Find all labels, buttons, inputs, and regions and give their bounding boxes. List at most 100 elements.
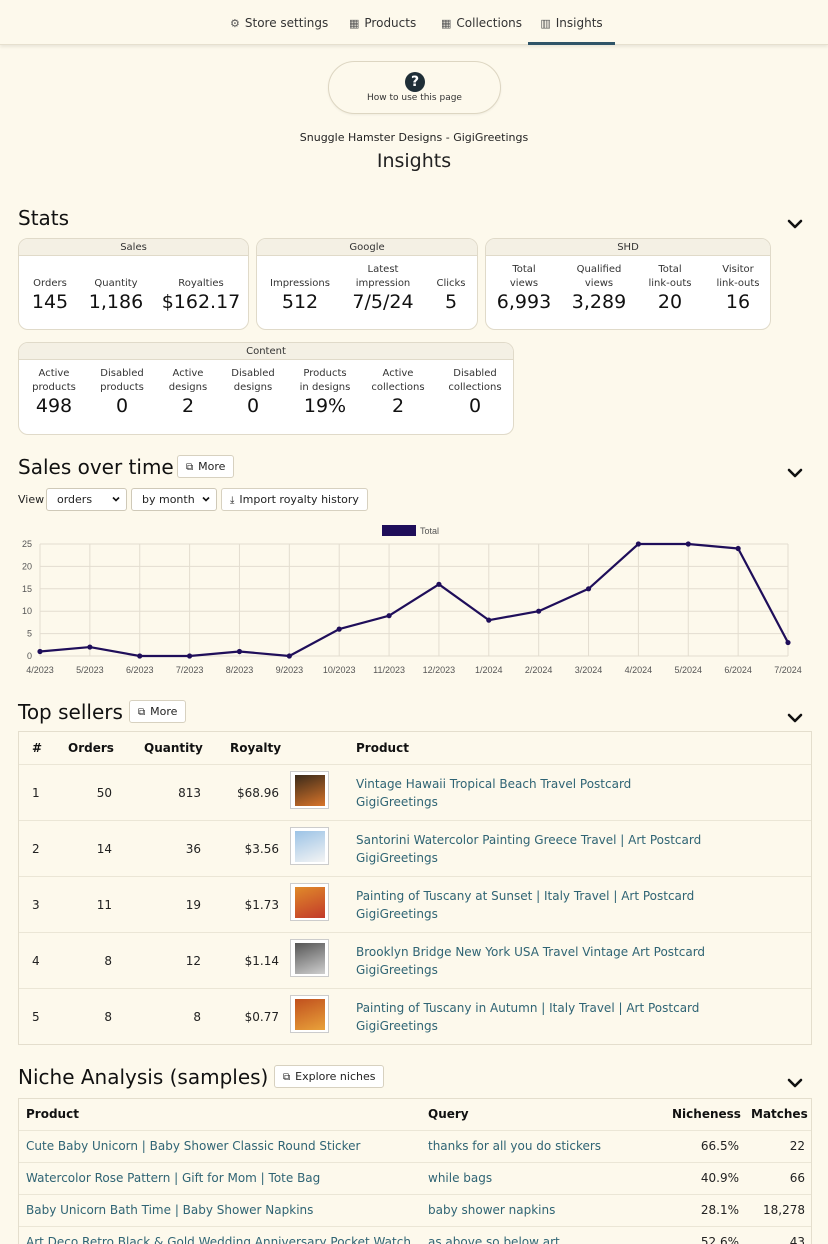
chevron-down-icon[interactable] [787, 1077, 803, 1089]
x-tick-label: 12/2023 [423, 665, 456, 675]
rank-cell: 3 [32, 898, 40, 912]
product-link[interactable]: Cute Baby Unicorn | Baby Shower Classic … [26, 1139, 361, 1153]
product-link[interactable]: Painting of Tuscany in Autumn | Italy Tr… [356, 1001, 699, 1015]
query-link[interactable]: while bags [428, 1171, 492, 1185]
product-link[interactable]: Watercolor Rose Pattern | Gift for Mom |… [26, 1171, 320, 1185]
col-royalty: Royalty [230, 741, 282, 755]
tab-collections[interactable]: ▦ Collections [441, 0, 522, 45]
chevron-down-icon [112, 496, 120, 502]
tab-products[interactable]: ▦ Products [349, 0, 416, 45]
data-point [635, 541, 642, 547]
query-link[interactable]: as above so below art [428, 1235, 560, 1244]
quantity-cell: 8 [193, 1010, 201, 1024]
data-point [685, 541, 691, 547]
x-tick-label: 6/2024 [724, 665, 752, 675]
data-point [286, 653, 292, 659]
col-quantity: Quantity [144, 741, 203, 755]
quantity-cell: 813 [178, 786, 201, 800]
col-product: Product [356, 741, 409, 755]
product-link[interactable]: Vintage Hawaii Tropical Beach Travel Pos… [356, 777, 631, 791]
product-link[interactable]: Baby Unicorn Bath Time | Baby Shower Nap… [26, 1203, 313, 1217]
store-subtitle: Snuggle Hamster Designs - GigiGreetings [299, 131, 529, 144]
data-point [486, 617, 492, 623]
col-rank: # [32, 741, 43, 755]
top-nav: ⚙ Store settings ▦ Products ▦ Collections ▥… [0, 0, 828, 45]
product-link[interactable]: Art Deco Retro Black & Gold Wedding Anni… [26, 1235, 411, 1244]
product-link[interactable]: Santorini Watercolor Painting Greece Tra… [356, 833, 701, 847]
stat-qualified-views: Qualified views 3,289 [571, 264, 627, 313]
shop-link[interactable]: GigiGreetings [356, 795, 438, 809]
quantity-cell: 12 [185, 954, 201, 968]
query-link[interactable]: baby shower napkins [428, 1203, 555, 1217]
view-metric-select[interactable]: orders [46, 488, 127, 511]
shop-link[interactable]: GigiGreetings [356, 851, 438, 865]
y-tick-label: 25 [22, 539, 32, 549]
data-point [236, 648, 243, 655]
content-card: Content Active products 498 Disabled produc… [18, 342, 514, 435]
chevron-down-icon[interactable] [787, 218, 803, 230]
explore-niches-button[interactable]: ⧉ Explore niches [274, 1065, 385, 1088]
chevron-down-icon[interactable] [787, 467, 803, 479]
nicheness-cell: 28.1% [700, 1203, 739, 1217]
x-tick-label: 5/2024 [675, 665, 703, 675]
how-to-use-label: How to use this page [367, 93, 462, 103]
grid-icon: ▦ [349, 17, 360, 30]
orders-cell: 14 [96, 842, 112, 856]
stat-active-collections: Active collections 2 [371, 368, 425, 417]
stat-visitor-link-outs: Visitor link-outs 16 [716, 264, 760, 313]
page-title: Insights [376, 150, 452, 172]
shop-link[interactable]: GigiGreetings [356, 907, 438, 921]
niche-table: Product Query Nicheness Matches Cute Bab… [18, 1098, 812, 1244]
table-row: Baby Unicorn Bath Time | Baby Shower Nap… [19, 1194, 811, 1226]
data-point [785, 639, 791, 646]
table-row: 3 11 19 $1.73 Painting of Tuscany at Sunset … [19, 876, 811, 932]
content-card-title: Content [19, 343, 513, 360]
stat-active-products: Active products 498 [32, 368, 76, 417]
quantity-cell: 19 [185, 898, 201, 912]
top-sellers-more-button[interactable]: ⧉ More [129, 700, 187, 723]
chevron-down-icon[interactable] [787, 712, 803, 724]
tab-insights[interactable]: ▥ Insights [528, 0, 615, 45]
top-sellers-table: # Orders Quantity Royalty Product 1 50 813… [18, 731, 812, 1045]
stat-total-views: Total views 6,993 [496, 264, 552, 313]
grid-icon: ▦ [441, 17, 452, 30]
col-matches: Matches [751, 1107, 808, 1121]
series-line-total [39, 542, 789, 658]
royalty-cell: $3.56 [244, 842, 279, 856]
view-period-select[interactable]: by month [131, 488, 217, 511]
data-point [187, 653, 193, 659]
product-link[interactable]: Painting of Tuscany at Sunset | Italy Tr… [356, 889, 694, 903]
stat-royalties: Royalties $162.17 [161, 278, 241, 313]
shop-link[interactable]: GigiGreetings [356, 1019, 438, 1033]
sales-more-button[interactable]: ⧉ More [177, 455, 235, 478]
product-thumbnail[interactable] [290, 995, 329, 1033]
rank-cell: 1 [32, 786, 40, 800]
query-link[interactable]: thanks for all you do stickers [428, 1139, 601, 1153]
import-royalty-history-button[interactable]: ⤓ Import royalty history [221, 488, 368, 511]
royalty-cell: $68.96 [237, 786, 279, 800]
product-thumbnail[interactable] [290, 939, 329, 977]
product-link[interactable]: Brooklyn Bridge New York USA Travel Vint… [356, 945, 705, 959]
x-tick-label: 7/2024 [774, 665, 802, 675]
product-thumbnail[interactable] [290, 771, 329, 809]
tab-store-settings[interactable]: ⚙ Store settings [230, 0, 328, 45]
orders-cell: 11 [96, 898, 112, 912]
shop-link[interactable]: GigiGreetings [356, 963, 438, 977]
rank-cell: 2 [32, 842, 40, 856]
how-to-use-button[interactable]: ? How to use this page [328, 61, 501, 114]
stat-products-in-designs: Products in designs 19% [299, 368, 351, 417]
product-thumbnail[interactable] [290, 883, 329, 921]
stat-total-link-outs: Total link-outs 20 [648, 264, 692, 313]
x-tick-label: 5/2023 [76, 665, 104, 675]
x-tick-label: 9/2023 [276, 665, 304, 675]
y-tick-label: 20 [22, 561, 32, 571]
data-point [137, 653, 143, 659]
matches-cell: 43 [789, 1235, 805, 1244]
chevron-down-icon [202, 496, 210, 502]
product-thumbnail[interactable] [290, 827, 329, 865]
orders-cell: 8 [104, 1010, 112, 1024]
data-point [37, 648, 43, 655]
y-tick-label: 0 [27, 651, 32, 661]
table-row: 2 14 36 $3.56 Santorini Watercolor Painting … [19, 820, 811, 876]
x-tick-label: 4/2024 [625, 665, 653, 675]
